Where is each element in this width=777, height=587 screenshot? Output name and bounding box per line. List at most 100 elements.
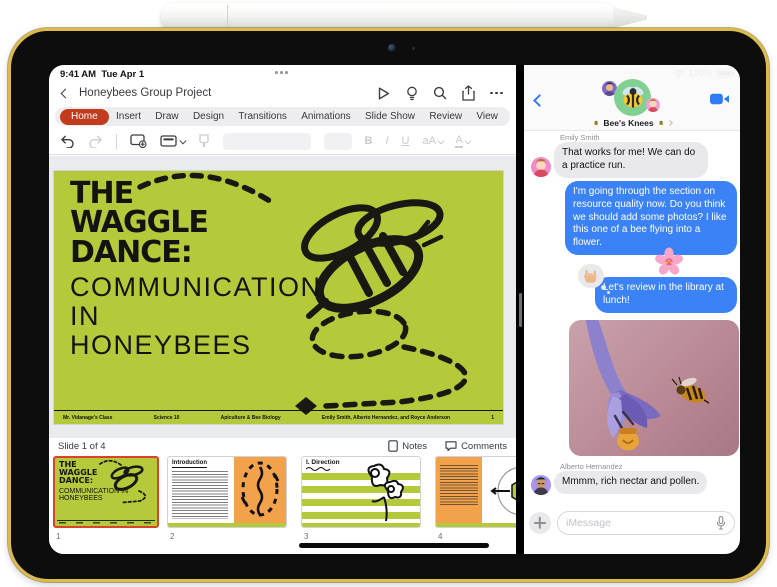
bee-flower-photo <box>585 320 710 451</box>
document-title[interactable]: Honeybees Group Project <box>79 87 376 99</box>
message-sent[interactable]: I'm going through the section on resourc… <box>565 181 737 255</box>
input-placeholder: iMessage <box>566 517 611 529</box>
keynote-window: 9:41 AM Tue Apr 1 Honeybees Group Projec… <box>49 65 555 554</box>
avatar-alberto <box>531 475 551 495</box>
italic-button[interactable]: I <box>385 135 388 147</box>
ribbon-tabs: Home Insert Draw Design Transitions Anim… <box>55 107 510 126</box>
slide-layout-button[interactable] <box>160 135 187 147</box>
text-color-button[interactable]: A <box>455 134 471 148</box>
message-received[interactable]: Mmmm, rich nectar and pollen. <box>554 471 708 494</box>
tab-design[interactable]: Design <box>186 109 231 124</box>
chevron-down-icon <box>437 137 445 144</box>
squiggle-underline <box>306 467 330 471</box>
thumb1-subtitle: COMMUNICATION IN HONEYBEES <box>59 488 129 503</box>
thumb2-footer-strip <box>168 523 286 527</box>
splitview-drag-handle[interactable] <box>518 293 522 327</box>
notes-button[interactable]: Notes <box>388 440 427 452</box>
ipad-device: 9:41 AM Tue Apr 1 Honeybees Group Projec… <box>8 28 769 582</box>
thumb2-title: Introduction <box>172 460 207 468</box>
mic-dot <box>412 47 415 50</box>
chevron-down-icon <box>464 137 471 144</box>
group-title[interactable]: Bee's Knees <box>524 118 740 128</box>
comments-button[interactable]: Comments <box>445 440 507 452</box>
add-slide-icon[interactable] <box>130 134 147 148</box>
tab-transitions[interactable]: Transitions <box>231 109 294 124</box>
message-sent[interactable]: Let's review in the library at lunch! <box>595 277 737 313</box>
bee-photo <box>671 376 710 404</box>
keynote-navbar: Honeybees Group Project <box>49 82 516 104</box>
slide-info-row: Slide 1 of 4 Notes Comments <box>49 438 516 454</box>
thumbnail-number: 4 <box>438 532 443 541</box>
slide-footer: Mr. Vidanage's Class Science 10 Apicultu… <box>54 410 503 424</box>
group-avatar-cluster[interactable] <box>602 79 672 119</box>
thumbnail-slide-2[interactable]: Introduction <box>167 456 287 528</box>
bee-icon <box>658 120 663 126</box>
thumbnail-slide-1[interactable]: THE WAGGLE DANCE: COMMUNICATION IN HONEY… <box>53 456 159 528</box>
format-brush-icon[interactable] <box>198 134 210 148</box>
slide-thumbnails-strip: THE WAGGLE DANCE: COMMUNICATION IN HONEY… <box>49 454 555 554</box>
footer-class: Mr. Vidanage's Class <box>63 414 113 421</box>
messages-window: 100% <box>524 65 740 554</box>
tab-insert[interactable]: Insert <box>109 109 148 124</box>
lightbulb-icon[interactable] <box>406 86 418 101</box>
message-received[interactable]: That works for me! We can do a practice … <box>554 142 708 178</box>
cherry-blossom-emoji[interactable] <box>654 247 684 277</box>
slide-position-label: Slide 1 of 4 <box>58 440 106 452</box>
add-attachment-button[interactable] <box>529 512 551 534</box>
back-icon[interactable] <box>533 94 546 107</box>
tab-view[interactable]: View <box>469 109 505 124</box>
chevron-right-icon <box>666 120 673 126</box>
more-icon[interactable] <box>490 91 503 95</box>
slide-layout-icon <box>160 135 177 147</box>
back-icon[interactable] <box>60 88 71 98</box>
group-avatar-bee <box>614 79 651 116</box>
bee-icon <box>622 86 644 108</box>
status-time: 9:41 AM <box>60 69 97 80</box>
search-icon[interactable] <box>433 86 447 100</box>
window-drag-handle[interactable] <box>275 71 288 74</box>
photo-message[interactable] <box>569 320 739 456</box>
tab-home[interactable]: Home <box>60 108 109 125</box>
message-input[interactable]: iMessage <box>557 511 735 535</box>
slide-subtitle[interactable]: COMMUNICATION IN HONEYBEES <box>70 272 321 360</box>
tab-draw[interactable]: Draw <box>148 109 185 124</box>
thumb3-footer-strip <box>302 523 420 527</box>
share-icon[interactable] <box>462 85 475 101</box>
facetime-video-icon[interactable] <box>710 93 729 105</box>
dictation-mic-icon[interactable] <box>716 516 726 530</box>
tab-slideshow[interactable]: Slide Show <box>358 109 422 124</box>
thumb2-body-text <box>172 471 228 519</box>
slide-canvas: THE WAGGLE DANCE: COMMUNICATION IN HONEY… <box>49 156 516 438</box>
thumbnail-slide-3[interactable]: I. Direction <box>301 456 421 528</box>
member-avatar <box>646 98 660 112</box>
slide-title[interactable]: THE WAGGLE DANCE: <box>70 178 209 267</box>
bold-button[interactable]: B <box>365 135 373 147</box>
current-slide[interactable]: THE WAGGLE DANCE: COMMUNICATION IN HONEY… <box>54 171 503 424</box>
thumb1-footer <box>57 520 155 525</box>
group-name: Bee's Knees <box>603 118 654 128</box>
thumb2-diagram-panel <box>234 457 286 523</box>
play-icon[interactable] <box>376 86 391 101</box>
font-field-disabled <box>222 132 311 150</box>
screen: 9:41 AM Tue Apr 1 Honeybees Group Projec… <box>49 65 740 554</box>
undo-icon[interactable] <box>60 135 75 148</box>
thumbnail-number: 1 <box>56 532 61 541</box>
tab-review[interactable]: Review <box>422 109 469 124</box>
home-indicator[interactable] <box>299 543 489 548</box>
comments-icon <box>445 441 457 452</box>
flower-doodle-mini <box>367 463 404 522</box>
thumb1-title: THE WAGGLE DANCE: <box>59 460 98 485</box>
underline-button[interactable]: U <box>402 135 410 147</box>
tapback-reaction[interactable] <box>578 264 610 294</box>
thumb4-text-panel <box>436 457 482 523</box>
notes-icon <box>388 440 398 452</box>
thumbnail-number: 3 <box>304 532 309 541</box>
front-camera <box>388 44 396 52</box>
size-field-disabled <box>323 132 352 150</box>
pencil-cap-line <box>227 5 228 30</box>
redo-icon[interactable] <box>88 135 103 148</box>
tab-animations[interactable]: Animations <box>294 109 357 124</box>
footer-authors: Emily Smith, Alberto Hernandez, and Royc… <box>321 414 451 421</box>
sender-name: Alberto Hernandez <box>560 462 623 471</box>
text-style-button[interactable]: aA <box>422 135 445 147</box>
